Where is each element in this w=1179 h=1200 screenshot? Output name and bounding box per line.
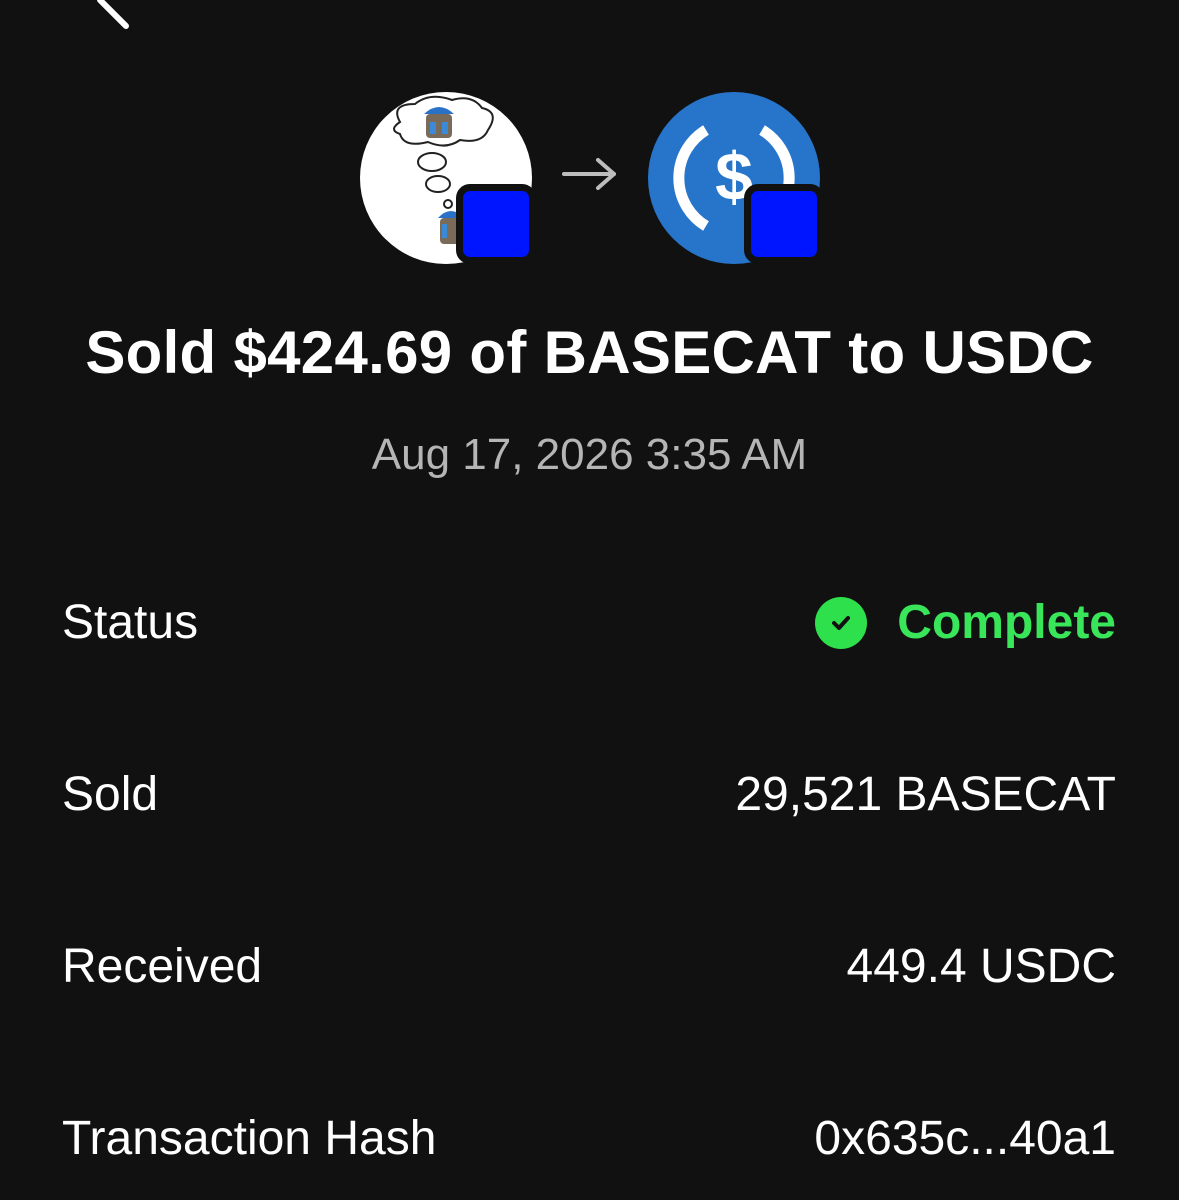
sold-value: 29,521 BASECAT <box>735 768 1116 821</box>
token-swap-row: $ <box>360 92 830 267</box>
received-label: Received <box>62 940 263 993</box>
status-badge: Complete <box>897 596 1116 649</box>
tx-hash-value[interactable]: 0x635c...40a1 <box>814 1104 1116 1174</box>
status-label: Status <box>62 596 199 649</box>
transaction-detail-screen: $ Sold $424.69 of BASECAT to USDC Aug 17… <box>0 0 1179 1200</box>
check-circle-icon <box>815 597 868 649</box>
back-button[interactable] <box>78 0 148 40</box>
received-value: 449.4 USDC <box>846 940 1116 993</box>
basecat-token-icon <box>360 92 536 264</box>
sold-label: Sold <box>62 768 159 821</box>
sold-row: Sold 29,521 BASECAT <box>62 760 1116 830</box>
tx-hash-label: Transaction Hash <box>62 1112 437 1165</box>
transaction-datetime: Aug 17, 2026 3:35 AM <box>371 430 808 479</box>
status-row: Status Complete <box>62 588 1116 658</box>
status-value: Complete <box>815 588 1116 658</box>
arrow-right-icon <box>562 158 616 190</box>
chevron-left-icon <box>97 0 129 29</box>
received-row: Received 449.4 USDC <box>62 932 1116 1002</box>
transaction-title: Sold $424.69 of BASECAT to USDC <box>85 319 1094 386</box>
base-chain-badge <box>744 184 824 264</box>
tx-hash-row[interactable]: Transaction Hash 0x635c...40a1 <box>62 1104 1116 1174</box>
base-chain-badge <box>456 184 536 264</box>
usdc-token-icon: $ <box>648 92 824 264</box>
